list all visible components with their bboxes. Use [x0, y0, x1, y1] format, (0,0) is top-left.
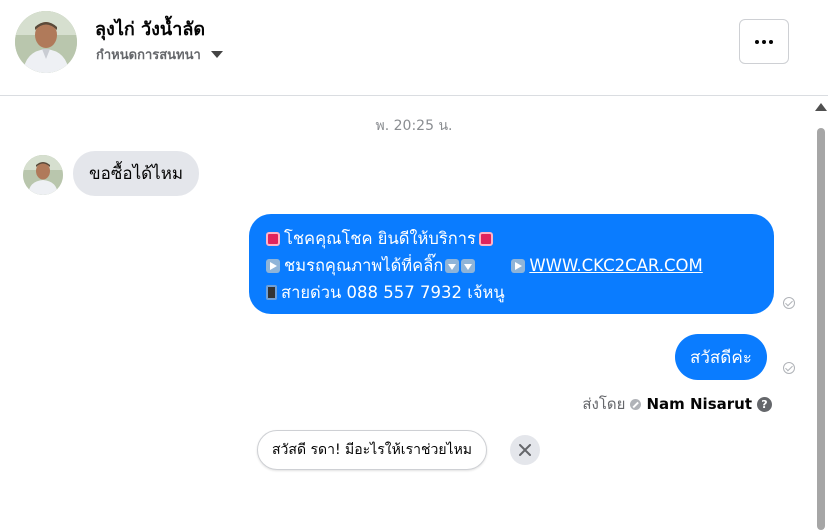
sent-by-info: ส่งโดย Nam Nisarut ?	[582, 392, 772, 416]
more-dot	[769, 39, 773, 44]
suggested-reply-chip[interactable]: สวัสดี รดา! มีอะไรให้เราช่วยไหม	[257, 430, 488, 470]
sparkle-icon	[266, 231, 280, 246]
sender-name: Nam Nisarut	[646, 395, 752, 413]
conversation-settings-label: กำหนดการสนทนา	[96, 48, 201, 63]
promo-line-2: ชมรถคุณภาพได้ที่คลิ๊ก WWW.CKC2CAR.COM	[266, 252, 760, 279]
incoming-message-bubble[interactable]: ขอซื้อได้ไหม	[73, 151, 200, 196]
contact-avatar[interactable]	[15, 11, 77, 73]
delivered-check-icon	[783, 297, 795, 309]
help-icon[interactable]: ?	[757, 396, 772, 412]
caret-down-icon	[210, 51, 223, 58]
contact-name[interactable]: ลุงไก่ วังน้ำลัด	[95, 14, 205, 43]
sent-status-icon	[630, 398, 642, 410]
promo-line-3-text: สายด่วน 088 557 7932 เจ้หนู	[281, 283, 505, 302]
close-icon	[519, 444, 531, 456]
play-button-icon	[266, 258, 280, 273]
sparkle-icon	[478, 231, 493, 246]
sender-avatar-image	[23, 155, 63, 195]
message-timestamp: พ. 20:25 น.	[375, 118, 453, 134]
promo-line-1-text: โชคคุณโชค ยินดีให้บริการ	[284, 229, 476, 248]
promo-line-1: โชคคุณโชค ยินดีให้บริการ	[266, 225, 760, 252]
delivered-check-icon	[783, 362, 795, 374]
promo-line-3: สายด่วน 088 557 7932 เจ้หนู	[266, 279, 760, 306]
more-options-button[interactable]	[739, 19, 789, 64]
contact-avatar-image	[15, 11, 77, 73]
conversation-settings-dropdown[interactable]: กำหนดการสนทนา	[96, 44, 223, 65]
mobile-phone-icon	[266, 285, 277, 300]
sent-by-label: ส่งโดย	[582, 395, 626, 413]
outgoing-greeting-bubble[interactable]: สวัสดีค่ะ	[675, 334, 767, 380]
sender-avatar[interactable]	[23, 155, 63, 195]
conversation-header: ลุงไก่ วังน้ำลัด กำหนดการสนทนา	[0, 0, 828, 96]
dismiss-suggestion-button[interactable]	[510, 435, 540, 465]
website-link[interactable]: WWW.CKC2CAR.COM	[529, 252, 702, 279]
scrollbar-thumb[interactable]	[817, 128, 825, 530]
play-button-icon	[511, 258, 526, 273]
scroll-up-arrow-icon[interactable]	[815, 103, 827, 111]
down-arrow-icon	[445, 258, 460, 273]
more-dot	[762, 39, 766, 44]
more-horizontal-icon	[755, 39, 759, 44]
outgoing-promo-message[interactable]: โชคคุณโชค ยินดีให้บริการ ชมรถคุณภาพได้ที…	[249, 214, 774, 314]
down-arrow-icon	[461, 258, 476, 273]
promo-line-2-text: ชมรถคุณภาพได้ที่คลิ๊ก	[284, 256, 444, 275]
